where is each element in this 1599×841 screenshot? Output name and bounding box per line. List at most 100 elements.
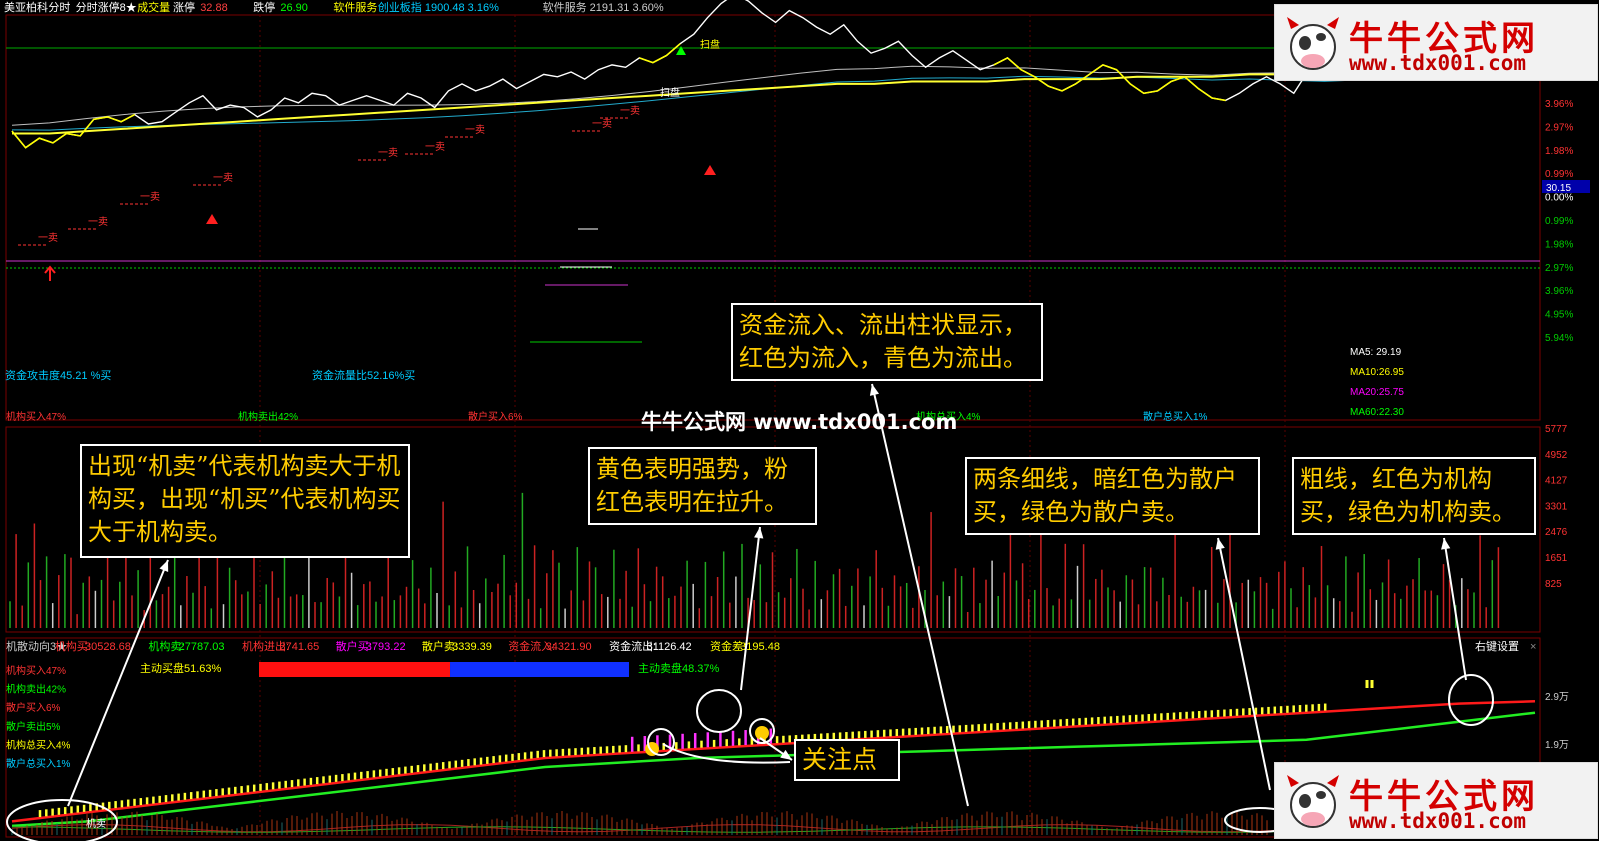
header-item: 成交量: [137, 0, 170, 14]
indicator-header-item: 30528.68: [85, 641, 131, 653]
indicator-header-item: 3339.39: [452, 641, 492, 653]
right-settings-button: 右键设置: [1475, 639, 1519, 653]
header-item: 软件服务 2191.31 3.60%: [543, 0, 664, 14]
arrow-jimai-head: [159, 560, 169, 572]
close-icon: ×: [1530, 641, 1536, 653]
indicator-axis-label: 2.9万: [1545, 692, 1569, 703]
header-item: 美亚柏科: [4, 0, 48, 14]
header-item: 创业板指 1900.48 3.16%: [378, 0, 499, 14]
logo-bottom: 牛牛公式网 www.tdx001.com: [1274, 762, 1598, 839]
sell-marker: 一卖: [378, 147, 398, 159]
sell-marker: 一卖: [38, 232, 58, 244]
price-axis-label: 0.00%: [1545, 193, 1573, 204]
ma-legend-item: MA10:26.95: [1350, 367, 1404, 378]
sell-marker: 一卖: [592, 118, 612, 130]
header-item: 软件服务: [333, 0, 377, 14]
annotation-thick-lines: 粗线，红色为机构买，绿色为机构卖。: [1292, 457, 1536, 535]
arrow-thin-head: [1215, 538, 1225, 550]
jimai-marker: 机卖: [86, 817, 106, 830]
annotation-jimai-text: 出现“机卖”代表机构卖大于机构买，出现“机买”代表机构买大于机构卖。: [88, 452, 401, 546]
active-buy-label: 主动买盘51.63%: [140, 661, 222, 675]
smiley-icon: [755, 726, 769, 740]
annotation-focus: 关注点: [794, 739, 900, 781]
header-item: 跌停: [253, 0, 275, 14]
price-axis-label: 3.96%: [1545, 286, 1573, 297]
price-axis-label: 4.95%: [1545, 310, 1573, 321]
annotation-yellow-pink-text: 黄色表明强势，粉红色表明在拉升。: [596, 455, 788, 516]
sell-marker: 一卖: [88, 216, 108, 228]
price-axis-label: 2.97%: [1545, 263, 1573, 274]
indicator-legend-item: 散户买入6%: [6, 701, 61, 714]
annotation-thin-lines: 两条细线，暗红色为散户买，绿色为散户卖。: [965, 457, 1260, 535]
price-axis-label: 1.98%: [1545, 239, 1573, 250]
cow-logo-icon: [1287, 775, 1339, 828]
arrow-thick-head: [1441, 538, 1451, 550]
volume-axis-label: 825: [1545, 579, 1562, 590]
volume-axis-label: 4952: [1545, 450, 1568, 461]
annotation-flow-bars: 资金流入、流出柱状显示，红色为流入，青色为流出。: [731, 303, 1043, 381]
indicator-header-item: 3793.22: [366, 641, 406, 653]
volume-header-item: 机构买入47%: [6, 410, 66, 423]
header-item: 26.90: [280, 2, 308, 14]
volume-axis-label: 1651: [1545, 553, 1568, 564]
volume-axis-label: 4127: [1545, 476, 1568, 487]
volume-header-item: 机构卖出42%: [238, 410, 298, 423]
sell-marker: 一卖: [620, 105, 640, 117]
sell-marker: 一卖: [465, 124, 485, 136]
highlight-circle: [1448, 674, 1494, 726]
arrow-yellow: [740, 526, 761, 691]
price-axis-label: 1.98%: [1545, 146, 1573, 157]
annotation-flow-bars-text: 资金流入、流出柱状显示，红色为流入，青色为流出。: [739, 311, 1027, 372]
volume-axis-label: 2476: [1545, 527, 1568, 538]
stock-chart-screen: 美亚柏科 分时 分时涨停8★ 成交量 涨停 32.88 跌停 26.90 软件服务 创业板指 19…: [0, 0, 1599, 841]
indicator-header-item: 27787.03: [179, 641, 225, 653]
sweep-marker: 扫盘: [660, 86, 680, 99]
header-item: 分时: [48, 1, 70, 14]
volume-header-item: 散户买入6%: [468, 410, 523, 423]
indicator-header-item: 34321.90: [546, 641, 592, 653]
price-axis-label: 0.99%: [1545, 216, 1573, 227]
arrow-yellow-head: [754, 527, 764, 539]
indicator-legend-item: 机构卖出42%: [6, 683, 66, 696]
logo-url: www.tdx001.com: [1349, 51, 1527, 75]
volume-axis-label: 3301: [1545, 501, 1568, 512]
header-item: 涨停: [173, 0, 195, 14]
active-buy-bar: [259, 662, 451, 677]
ma-legend-item: MA60:22.30: [1350, 407, 1404, 418]
indicator-axis-label: 1.9万: [1545, 740, 1569, 751]
attack-text: 资金攻击度45.21 %买: [5, 368, 111, 382]
header-item: 分时涨停8★: [76, 0, 137, 14]
arrow-thin: [1217, 537, 1271, 791]
buy-triangle-icon: [206, 214, 218, 224]
watermark: 牛牛公式网 www.tdx001.com: [641, 410, 958, 434]
buy-triangle-icon: [704, 165, 716, 175]
indicator-legend-item: 散户卖出5%: [6, 720, 61, 733]
logo-top: 牛牛公式网 www.tdx001.com: [1274, 4, 1598, 81]
ma-legend-item: MA5: 29.19: [1350, 347, 1402, 358]
strong-segment-1: [639, 43, 681, 64]
volume-header-item: 散户总买入1%: [1143, 410, 1208, 423]
price-axis-label: 2.97%: [1545, 122, 1573, 133]
active-sell-label: 主动卖盘48.37%: [638, 661, 720, 675]
arrow-thick: [1443, 537, 1467, 681]
annotation-thick-lines-text: 粗线，红色为机构买，绿色为机构卖。: [1300, 465, 1516, 526]
logo-url: www.tdx001.com: [1349, 809, 1527, 833]
up-arrow-icon: [676, 46, 686, 55]
indicator-legend-item: 散户总买入1%: [6, 757, 71, 770]
annotation-focus-text: 关注点: [802, 745, 878, 774]
header-item: 32.88: [200, 2, 228, 14]
active-sell-bar: [450, 662, 629, 677]
cow-logo-icon: [1287, 17, 1339, 70]
indicator-legend-item: 机构总买入4%: [6, 738, 71, 751]
indicator-header-item: 31126.42: [647, 641, 692, 653]
ma-legend-item: MA20:25.75: [1350, 387, 1404, 398]
sweep-marker: 扫盘: [700, 38, 720, 51]
current-price: 30.15: [1546, 183, 1571, 194]
sell-marker: 一卖: [213, 172, 233, 184]
price-axis-label: 0.99%: [1545, 169, 1573, 180]
highlight-circle: [696, 689, 742, 733]
indicator-legend-item: 机构买入47%: [6, 664, 66, 677]
price-axis-label: 3.96%: [1545, 99, 1573, 110]
volume-axis-label: 5777: [1545, 424, 1568, 435]
buy-arrow-icon: [44, 265, 56, 281]
